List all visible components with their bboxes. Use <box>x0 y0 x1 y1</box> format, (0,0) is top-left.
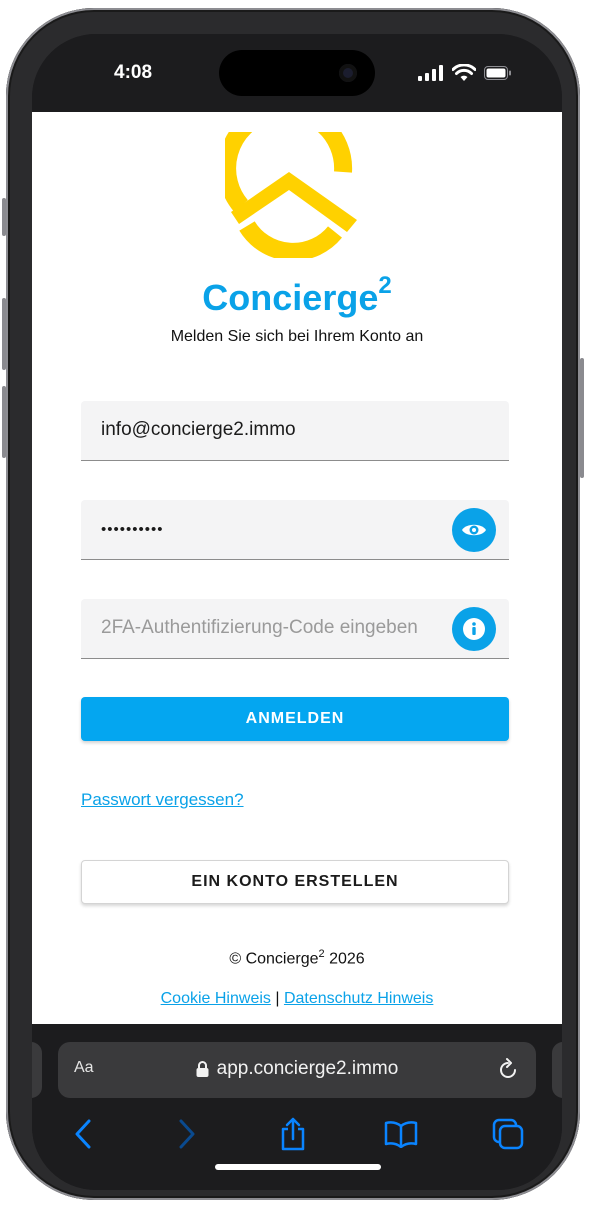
status-icons <box>418 64 512 82</box>
front-camera <box>339 64 357 82</box>
browser-chrome: Aa app.concierge2.immo <box>32 1024 562 1190</box>
phone-frame: 4:08 Concierge2 Melden Sie sich bei Ihre… <box>2 8 584 1200</box>
info-icon <box>463 618 485 640</box>
volume-up-button <box>2 298 6 370</box>
twofa-info-button[interactable] <box>452 607 496 651</box>
copyright-year: 2026 <box>324 950 365 968</box>
legal-separator: | <box>275 990 280 1007</box>
url-display: app.concierge2.immo <box>58 1058 536 1080</box>
brand-superscript: 2 <box>378 272 392 299</box>
tabs-icon <box>492 1118 524 1150</box>
dynamic-island <box>219 50 375 96</box>
login-button[interactable]: ANMELDEN <box>81 697 509 741</box>
privacy-notice-link[interactable]: Datenschutz Hinweis <box>284 990 433 1007</box>
home-indicator <box>215 1164 381 1170</box>
phone-screen: 4:08 Concierge2 Melden Sie sich bei Ihre… <box>32 34 562 1190</box>
show-password-button[interactable] <box>452 508 496 552</box>
reload-icon[interactable] <box>494 1056 522 1084</box>
password-field <box>81 500 509 560</box>
forward-button[interactable] <box>167 1114 207 1154</box>
browser-toolbar <box>32 1114 562 1154</box>
bookmarks-icon <box>384 1121 418 1148</box>
brand-name: Concierge <box>202 277 379 318</box>
share-icon <box>281 1117 305 1151</box>
wifi-icon <box>452 64 476 81</box>
email-input[interactable] <box>101 401 441 459</box>
web-content: Concierge2 Melden Sie sich bei Ihrem Kon… <box>32 112 562 1024</box>
next-tab-peek[interactable] <box>552 1042 562 1098</box>
cellular-signal-icon <box>418 65 443 81</box>
address-bar[interactable]: Aa app.concierge2.immo <box>58 1042 536 1098</box>
share-button[interactable] <box>273 1114 313 1154</box>
power-button <box>580 358 584 478</box>
password-input[interactable] <box>101 500 441 558</box>
status-time: 4:08 <box>114 62 153 83</box>
eye-icon <box>462 524 486 536</box>
lock-icon <box>196 1061 209 1077</box>
volume-down-button <box>2 386 6 458</box>
copyright-prefix: © Concierge <box>229 950 319 968</box>
back-icon <box>75 1119 91 1149</box>
twofa-input[interactable] <box>101 599 461 657</box>
create-account-button[interactable]: EIN KONTO ERSTELLEN <box>81 860 509 904</box>
tabs-button[interactable] <box>488 1114 528 1154</box>
concierge-logo-icon <box>225 132 357 258</box>
twofa-field <box>81 599 509 659</box>
copyright: © Concierge2 2026 <box>32 948 562 968</box>
previous-tab-peek[interactable] <box>32 1042 42 1098</box>
forward-icon <box>179 1119 195 1149</box>
status-bar: 4:08 <box>32 34 562 112</box>
cookie-notice-link[interactable]: Cookie Hinweis <box>161 990 271 1007</box>
battery-icon <box>484 66 511 80</box>
back-button[interactable] <box>63 1114 103 1154</box>
action-button <box>2 198 6 236</box>
forgot-password-link[interactable]: Passwort vergessen? <box>81 790 244 810</box>
email-field <box>81 401 509 461</box>
url-text: app.concierge2.immo <box>216 1058 399 1079</box>
bookmarks-button[interactable] <box>381 1114 421 1154</box>
legal-links: Cookie Hinweis | Datenschutz Hinweis <box>32 990 562 1008</box>
page-subtitle: Melden Sie sich bei Ihrem Konto an <box>170 328 424 345</box>
brand-title: Concierge2 <box>32 272 562 319</box>
